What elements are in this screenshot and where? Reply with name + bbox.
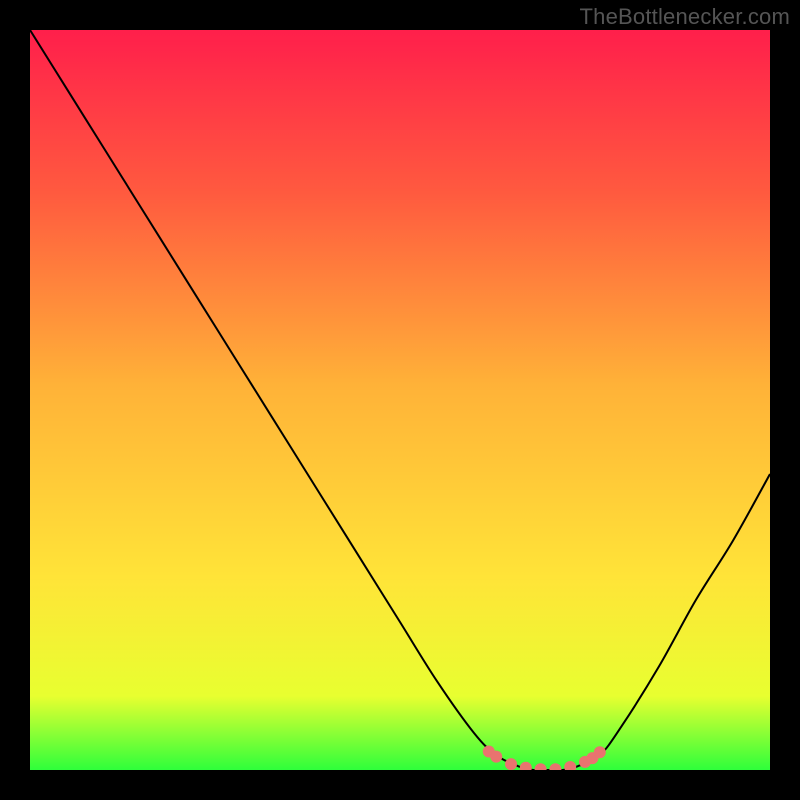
watermark: TheBottlenecker.com [580, 4, 790, 30]
chart-frame: TheBottlenecker.com [0, 0, 800, 800]
marker-dot [490, 751, 502, 763]
marker-dot [505, 758, 517, 770]
gradient-background [30, 30, 770, 770]
chart-svg [30, 30, 770, 770]
plot-area [30, 30, 770, 770]
marker-dot [594, 746, 606, 758]
